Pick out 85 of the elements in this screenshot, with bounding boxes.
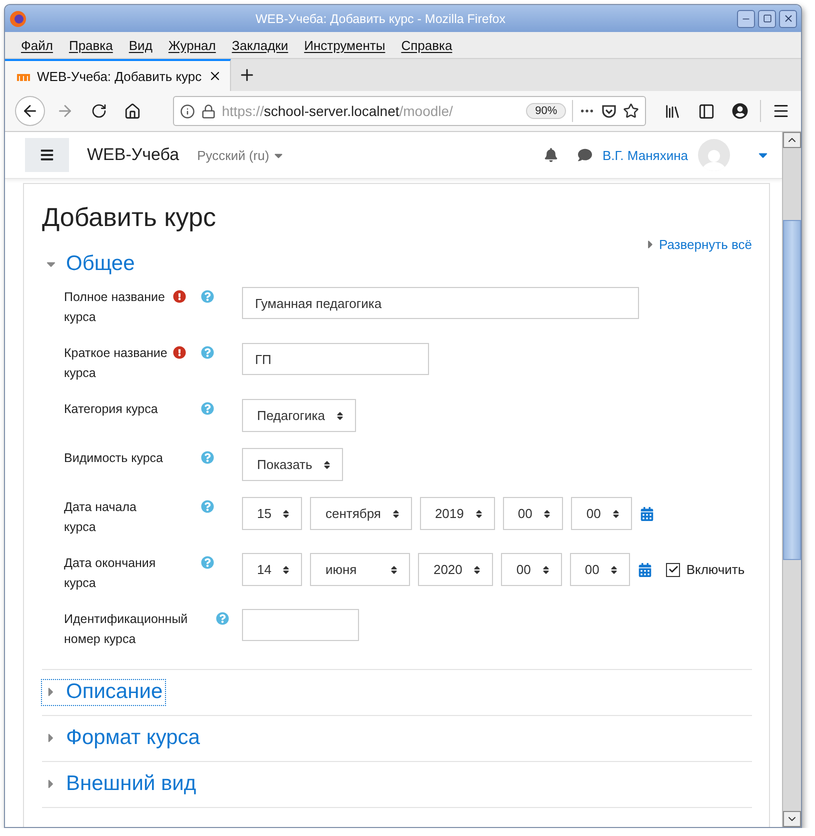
sort-icon [335, 410, 345, 420]
user-name[interactable]: В.Г. Маняхина [602, 148, 688, 162]
section-heading[interactable]: Описание [42, 680, 165, 705]
field-label: Дата начала курса [64, 499, 138, 536]
home-icon [124, 102, 142, 120]
sort-icon [474, 508, 484, 518]
select-field[interactable]: 2020 [418, 553, 494, 586]
select-field[interactable]: 14 [242, 553, 302, 586]
check-icon [668, 564, 679, 575]
calendar-icon[interactable] [640, 506, 654, 520]
sort-icon [281, 564, 292, 574]
select-field[interactable]: Педагогика [242, 399, 356, 432]
text-field[interactable]: ГП [242, 343, 429, 375]
calendar-icon[interactable] [638, 562, 652, 576]
sort-icon [542, 508, 552, 518]
field-label: Видимость курса [64, 450, 164, 467]
maximize-icon [762, 14, 772, 23]
sort-icon [390, 508, 401, 518]
page-heading: Добавить курс [42, 202, 217, 233]
close-button[interactable] [779, 10, 797, 28]
chat-icon[interactable] [578, 148, 592, 162]
field-label: Дата окончания курса [64, 555, 157, 592]
info-icon[interactable] [180, 104, 195, 118]
account-icon [732, 103, 748, 119]
address-bar[interactable]: https://school-server.localnet/moodle/ 90% [172, 96, 646, 126]
zoom-badge[interactable]: 90% [526, 103, 566, 119]
menu-icon [40, 148, 54, 162]
site-name[interactable]: WEB-Учеба [87, 145, 180, 165]
lock-icon[interactable] [200, 104, 216, 118]
select-field[interactable]: 00 [501, 553, 562, 586]
sort-icon [389, 564, 400, 574]
menu-item[interactable]: Инструменты [296, 38, 394, 52]
section-heading[interactable]: Внешний вид [42, 772, 198, 797]
reload-icon [90, 103, 107, 119]
checkbox-label: Включить [686, 562, 745, 577]
minimize-button[interactable] [737, 10, 755, 28]
person-icon [701, 147, 727, 171]
sort-icon [472, 564, 482, 574]
select-field[interactable]: 00 [570, 553, 630, 586]
menu-item[interactable]: Файл [13, 38, 61, 52]
section-heading[interactable]: Общее [42, 252, 137, 277]
library-icon [664, 102, 681, 120]
scroll-down-button[interactable] [783, 811, 801, 827]
select-field[interactable]: сентября [310, 497, 412, 530]
sort-icon [322, 460, 332, 470]
scrollbar[interactable] [782, 132, 801, 827]
text-field[interactable]: Гуманная педагогика [242, 287, 639, 319]
menu-item[interactable]: Справка [393, 38, 460, 52]
menu-item[interactable]: Правка [60, 38, 121, 52]
star-icon[interactable] [623, 103, 640, 119]
sort-icon [610, 508, 621, 518]
back-button[interactable] [15, 96, 45, 126]
field-label: Категория курса [64, 401, 159, 418]
field-label: Краткое название курса [64, 345, 168, 382]
select-field[interactable]: 00 [571, 497, 632, 530]
sort-icon [540, 564, 551, 574]
select-field[interactable]: 15 [242, 497, 302, 530]
select-field[interactable]: Показать [242, 448, 344, 481]
browser-tab[interactable]: WEB-Учеба: Добавить курс [5, 59, 231, 91]
language-menu[interactable]: Русский (ru) [197, 148, 286, 162]
sidebar-icon [698, 102, 715, 120]
window-title: WEB-Учеба: Добавить курс - Mozilla Firefox [254, 12, 506, 26]
menu-icon [772, 102, 790, 120]
menu-item[interactable]: Журнал [160, 38, 224, 52]
close-icon [782, 13, 794, 24]
field-label: Полное название курса [64, 289, 166, 326]
section-heading[interactable]: Формат курса [42, 726, 202, 751]
menu-button[interactable] [25, 138, 69, 172]
menu-item[interactable]: Вид [120, 38, 160, 52]
text-field[interactable] [242, 609, 359, 641]
checkbox[interactable] [666, 562, 680, 576]
sort-icon [281, 508, 292, 518]
select-field[interactable]: 2019 [420, 497, 495, 530]
bell-icon[interactable] [544, 148, 558, 162]
expand-all-link[interactable]: Развернуть всё [644, 237, 752, 252]
pocket-icon[interactable] [601, 103, 618, 119]
select-field[interactable]: 00 [502, 497, 564, 530]
firefox-logo-icon [9, 10, 27, 28]
sort-icon [609, 564, 620, 574]
select-field[interactable]: июня [310, 553, 410, 586]
site-favicon-icon [17, 71, 31, 81]
scroll-up-button[interactable] [783, 132, 801, 148]
field-label: Идентификационный номер курса [64, 611, 188, 648]
maximize-button[interactable] [758, 10, 776, 28]
menu-item[interactable]: Закладки [224, 38, 296, 52]
